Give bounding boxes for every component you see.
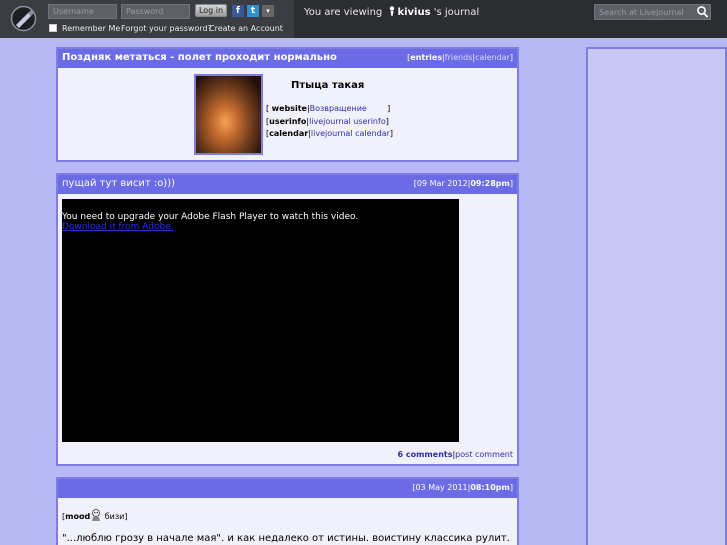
entry-subject: пущай тут висит :о))) — [62, 178, 176, 189]
flash-upgrade-message: You need to upgrade your Adobe Flash Pla… — [62, 212, 359, 222]
calendar-link-row: [calendar|livejournal calendar] — [266, 129, 393, 138]
viewing-prefix: You are viewing — [304, 7, 383, 18]
journal-nav: [entries|friends|calendar] — [407, 53, 513, 62]
userinfo-key: userinfo — [269, 117, 307, 126]
entry-header: [03 May 2011|08:10pm] — [58, 479, 517, 498]
entry-mood: [mood бизи] — [62, 509, 127, 522]
entry-footer: 6 comments|post comment — [397, 450, 514, 459]
journal-header-bar: Поздняк метаться - полет проходит нормал… — [58, 49, 517, 68]
remember-me-label: Remember Me — [62, 24, 121, 33]
twitter-icon[interactable]: t — [247, 5, 259, 17]
top-navigation-bar: Username Password Log in f t ▾ Remember … — [0, 0, 727, 38]
entry-header: пущай тут висит :о))) [09 Mar 2012|09:28… — [58, 175, 517, 194]
entry-time[interactable]: 09:28pm — [470, 179, 510, 188]
create-account-link[interactable]: Create an Account — [209, 24, 283, 33]
entry-date: 09 Mar 2012 — [416, 179, 468, 188]
website-key: website — [271, 104, 307, 113]
journal-entry: [03 May 2011|08:10pm] [mood бизи] "...лю… — [56, 477, 519, 545]
user-avatar — [194, 74, 263, 155]
remember-me-checkbox[interactable] — [49, 24, 57, 32]
password-input[interactable]: Password — [121, 4, 190, 19]
journal-name: Птыца такая — [291, 80, 365, 91]
facebook-icon[interactable]: f — [232, 5, 244, 17]
mood-key: mood — [65, 512, 91, 521]
flash-download-link[interactable]: Download it from Adobe. — [62, 222, 174, 232]
viewing-username-link[interactable]: kivius — [397, 7, 430, 18]
login-button[interactable]: Log in — [195, 4, 227, 17]
mood-value: бизи — [104, 512, 125, 521]
journal-title: Поздняк метаться - полет проходит нормал… — [62, 52, 337, 63]
viewing-journal-notice: You are viewing kivius 's journal — [304, 6, 479, 18]
entry-date: 03 May 2011 — [415, 483, 468, 492]
journal-entry: пущай тут висит :о))) [09 Mar 2012|09:28… — [56, 173, 519, 466]
calendar-key: calendar — [269, 129, 309, 138]
post-comment-link[interactable]: post comment — [455, 450, 513, 459]
forgot-password-link[interactable]: Forgot your password? — [121, 24, 212, 33]
website-link[interactable]: Возвращение — [310, 104, 367, 113]
comments-link[interactable]: 6 comments — [398, 450, 453, 459]
search-icon[interactable] — [695, 4, 710, 20]
entry-datetime: [09 Mar 2012|09:28pm] — [413, 179, 513, 188]
calendar-link[interactable]: livejournal calendar — [311, 129, 390, 138]
nav-entries-link[interactable]: entries — [410, 53, 442, 62]
flash-video-player[interactable]: You need to upgrade your Adobe Flash Pla… — [62, 199, 459, 442]
viewing-suffix: 's journal — [433, 7, 480, 18]
entry-datetime: [03 May 2011|08:10pm] — [412, 483, 513, 492]
nav-friends-link[interactable]: friends — [445, 53, 473, 62]
sidebar-panel — [586, 47, 727, 545]
login-area: Username Password Log in f t ▾ Remember … — [0, 0, 294, 38]
user-icon — [390, 6, 395, 16]
website-link-row: [ website|Возвращение ] — [266, 104, 391, 113]
livejournal-search-input[interactable]: Search at LiveJournal — [594, 4, 711, 20]
userinfo-link[interactable]: livejournal userinfo — [309, 117, 386, 126]
entry-text: "...люблю грозу в начале мая". и как нед… — [62, 533, 510, 544]
nav-calendar-link[interactable]: calendar — [475, 53, 510, 62]
livejournal-logo-icon[interactable] — [10, 5, 37, 32]
entry-time[interactable]: 08:10pm — [470, 483, 510, 492]
chevron-down-icon[interactable]: ▾ — [262, 5, 274, 17]
username-input[interactable]: Username — [48, 4, 117, 19]
journal-header-box: Поздняк метаться - полет проходит нормал… — [56, 47, 519, 162]
userinfo-link-row: [userinfo|livejournal userinfo] — [266, 117, 389, 126]
mood-busy-icon — [92, 509, 101, 521]
